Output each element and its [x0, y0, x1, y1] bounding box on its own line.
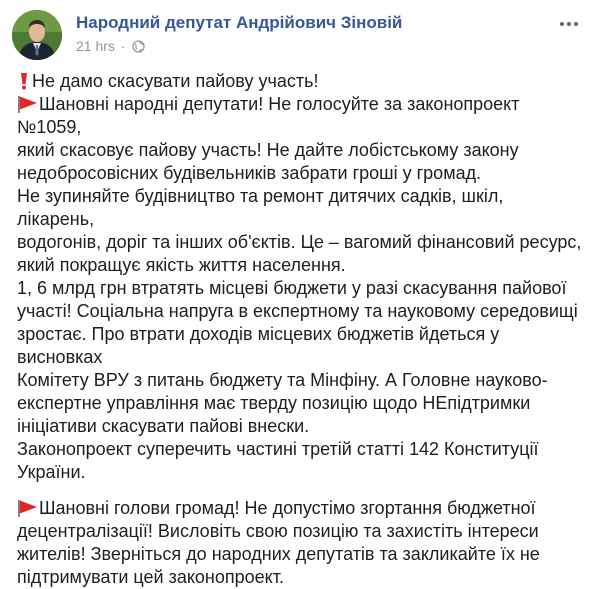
avatar-photo [12, 10, 62, 60]
post-meta: 21 hrs · [76, 38, 145, 54]
post-line: підтримувати цей законопроект. [17, 567, 284, 587]
post-line: зростає. Про втрати доходів місцевих бюд… [17, 324, 500, 367]
post-line: який скасовує пайову участь! Не дайте ло… [17, 140, 519, 160]
post-line: експертне управління має тверду позицію … [17, 393, 531, 413]
post-line-text: Не дамо скасувати пайову участь! [32, 71, 319, 91]
post-line: який покращує якість життя населення. [17, 255, 346, 275]
post-line: Комітету ВРУ з питань бюджету та Мінфіну… [17, 370, 548, 390]
author-name-link[interactable]: Народний депутат Андрійович Зіновій [76, 13, 402, 33]
post-header: Народний депутат Андрійович Зіновій 21 h… [12, 10, 582, 60]
red-exclamation-icon [21, 73, 27, 90]
post-line: Не зупиняйте будівництво та ремонт дитяч… [17, 186, 504, 229]
post-line: Законопроект суперечить частині третій с… [17, 439, 539, 459]
more-options-icon[interactable] [558, 18, 580, 30]
red-triangular-flag-icon [18, 500, 37, 517]
post-line: 1, 6 млрд грн втратять місцеві бюджети у… [17, 278, 567, 298]
post-text: Не дамо скасувати пайову участь! Шановні… [17, 70, 583, 589]
post-line: водогонів, доріг та інших об'єктів. Це –… [17, 232, 582, 252]
meta-separator: · [120, 38, 126, 54]
globe-icon[interactable] [131, 39, 145, 53]
post-line-text: Шановні голови громад! Не допустімо згор… [39, 498, 536, 518]
post-line: жителів! Зверніться до народних депутаті… [17, 544, 540, 564]
author-avatar[interactable] [12, 10, 62, 60]
post-line: Шановні народні депутати! Не голосуйте з… [17, 93, 583, 139]
post-timestamp[interactable]: 21 hrs [76, 38, 115, 54]
post-line: участі! Соціальна напруга в експертному … [17, 301, 578, 321]
post-line-text: Шановні народні депутати! Не голосуйте з… [17, 94, 520, 137]
post-line: ініціативи скасувати пайові внески. [17, 416, 310, 436]
post-line: України. [17, 462, 86, 482]
post-line: Шановні голови громад! Не допустімо згор… [17, 497, 583, 520]
red-triangular-flag-icon [18, 96, 37, 113]
post-line: недобросовісних будівельників забрати гр… [17, 163, 482, 183]
post-line: Не дамо скасувати пайову участь! [17, 70, 583, 93]
